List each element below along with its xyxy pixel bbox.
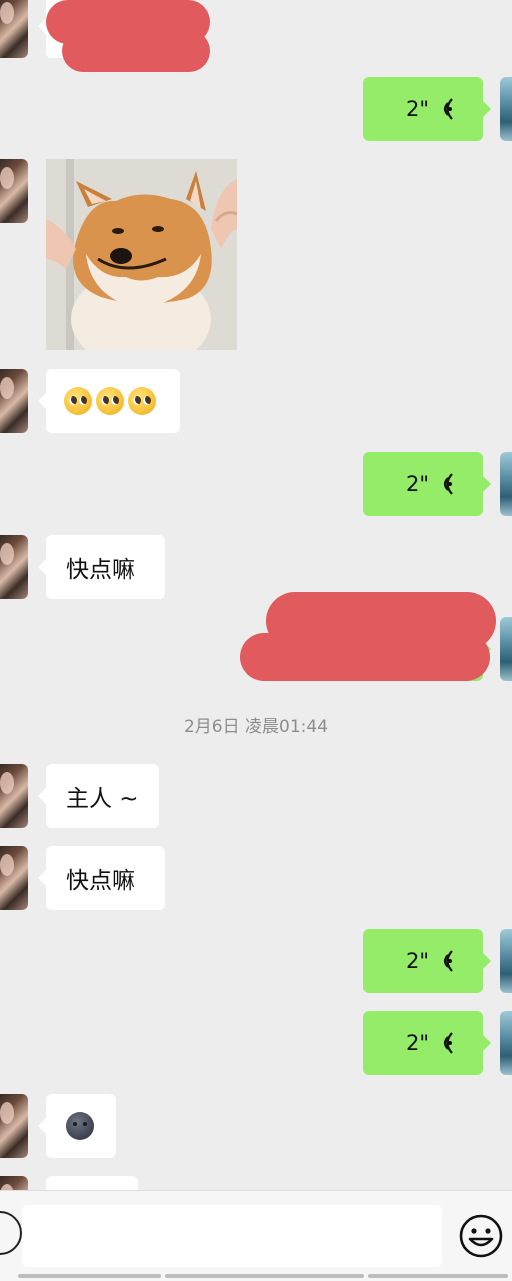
new-moon-face-emoji — [66, 1112, 94, 1140]
pleading-face-emoji — [128, 387, 156, 415]
my-avatar[interactable] — [500, 617, 512, 681]
pleading-face-emoji — [64, 387, 92, 415]
voice-message-bubble[interactable]: 2" — [363, 77, 491, 141]
my-avatar[interactable] — [500, 77, 512, 141]
emoji-smile-icon[interactable] — [458, 1213, 504, 1259]
contact-avatar[interactable] — [0, 1094, 28, 1158]
voice-wave-icon — [443, 1032, 453, 1054]
voice-duration: 2" — [405, 1031, 429, 1055]
voice-wave-icon — [443, 950, 453, 972]
voice-duration: 2" — [405, 949, 429, 973]
message-text: 快点嘛 — [66, 868, 135, 894]
message-bubble-received[interactable]: 主人 ~ — [38, 764, 159, 828]
contact-avatar[interactable] — [0, 764, 28, 828]
redaction-mark — [240, 633, 490, 681]
indicator-segment — [368, 1274, 508, 1278]
voice-wave-icon — [443, 98, 453, 120]
contact-avatar[interactable] — [0, 846, 28, 910]
my-avatar[interactable] — [500, 929, 512, 993]
shiba-dog-photo[interactable] — [46, 159, 237, 350]
contact-avatar[interactable] — [0, 159, 28, 223]
my-avatar[interactable] — [500, 452, 512, 516]
message-bubble-received[interactable]: 快点嘛 — [38, 535, 165, 599]
indicator-segment — [165, 1274, 364, 1278]
message-text: 主人 ~ — [66, 786, 139, 812]
pleading-face-emoji — [96, 387, 124, 415]
contact-avatar[interactable] — [0, 369, 28, 433]
my-avatar[interactable] — [500, 1011, 512, 1075]
voice-message-bubble[interactable]: 2" — [363, 1011, 491, 1075]
voice-duration: 2" — [405, 472, 429, 496]
shiba-dog-illustration — [46, 159, 237, 350]
voice-duration: 2" — [405, 97, 429, 121]
contact-avatar[interactable] — [0, 535, 28, 599]
chat-input-bar — [0, 1190, 512, 1281]
voice-message-bubble[interactable]: 2" — [363, 929, 491, 993]
voice-mode-icon[interactable] — [0, 1211, 22, 1255]
bottom-indicator — [0, 1274, 512, 1280]
voice-message-bubble[interactable]: 2" — [363, 452, 491, 516]
voice-wave-icon — [443, 473, 453, 495]
message-text: 快点嘛 — [66, 557, 135, 583]
message-input[interactable] — [22, 1205, 442, 1267]
emoji-message-bubble[interactable] — [38, 369, 180, 433]
indicator-segment — [18, 1274, 161, 1278]
contact-avatar[interactable] — [0, 0, 28, 58]
emoji-message-bubble[interactable] — [38, 1094, 116, 1158]
chat-timestamp: 2月6日 凌晨01:44 — [183, 717, 329, 737]
redaction-mark — [62, 30, 210, 72]
message-bubble-received[interactable]: 快点嘛 — [38, 846, 165, 910]
